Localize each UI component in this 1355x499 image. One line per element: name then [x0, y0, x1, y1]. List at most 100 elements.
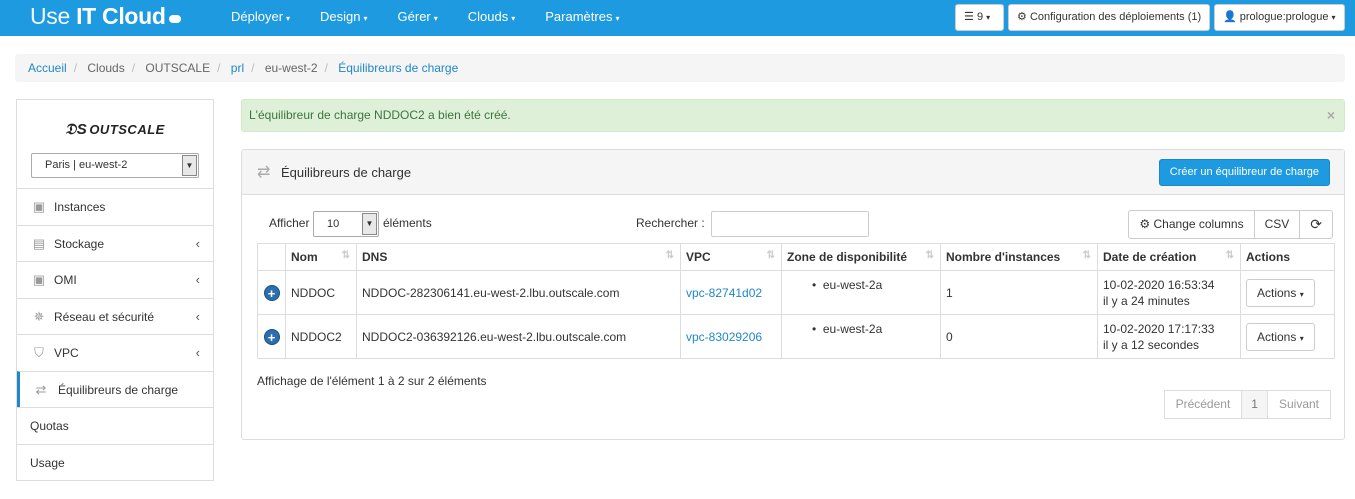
- sidebar-item-reseau[interactable]: ✵ Réseau et sécurité ‹: [17, 297, 213, 335]
- breadcrumb-accueil[interactable]: Accueil: [28, 61, 67, 75]
- column-header-vpc[interactable]: VPC ⇅: [680, 243, 782, 271]
- close-icon[interactable]: ×: [1327, 100, 1335, 131]
- sidebar-item-load-balancers[interactable]: ⇄ Équilibreurs de charge: [17, 370, 213, 407]
- csv-button[interactable]: CSV: [1253, 210, 1301, 239]
- expand-icon[interactable]: +: [263, 328, 280, 345]
- chevron-left-icon: ‹: [195, 308, 200, 324]
- sort-icon: ⇅: [341, 250, 350, 261]
- tasks-button[interactable]: ☰ 9 ▾: [955, 4, 1004, 31]
- region-select[interactable]: Paris | eu-west-2 ▼: [31, 153, 199, 178]
- sort-icon: ⇅: [925, 250, 934, 261]
- cell-zone: • eu-west-2a: [812, 277, 883, 292]
- main-menu: Déployer ▾ Design ▾ Gérer ▾ Clouds ▾ Paramèt…: [216, 0, 634, 36]
- sidebar-item-omi[interactable]: ▣ OMI ‹: [17, 261, 213, 298]
- cell-name: NDDOC2: [285, 314, 357, 359]
- chevron-down-icon: ▼: [362, 213, 377, 235]
- breadcrumb-region: eu-west-2: [264, 61, 318, 75]
- sort-icon: ⇅: [1225, 250, 1234, 261]
- sort-icon: ⇅: [766, 250, 775, 261]
- vpc-link[interactable]: vpc-83029206: [686, 330, 762, 344]
- cell-instances: 0: [940, 314, 1098, 359]
- column-header-actions: Actions: [1240, 243, 1335, 271]
- panel-title: Équilibreurs de charge: [281, 165, 412, 180]
- load-balancers-table: Nom ⇅ DNS ⇅ VPC ⇅ Zone de disponibilité ⇅ No…: [257, 243, 1335, 359]
- outscale-logo: 𝔇S OUTSCALE: [65, 121, 165, 138]
- chip-icon: ▣: [32, 199, 46, 214]
- expand-icon[interactable]: +: [263, 284, 280, 301]
- shield-icon: ⛉: [34, 345, 44, 360]
- success-alert: L'équilibreur de charge NDDOC2 a bien ét…: [241, 99, 1345, 132]
- create-load-balancer-button[interactable]: Créer un équilibreur de charge: [1158, 159, 1330, 186]
- load-balancers-panel: ⇄ Équilibreurs de charge Créer un équili…: [241, 149, 1345, 440]
- column-header-dns[interactable]: DNS ⇅: [356, 243, 681, 271]
- user-menu-button[interactable]: 👤 prologue:prologue ▾: [1214, 4, 1345, 31]
- sort-icon: ⇅: [665, 250, 674, 261]
- cell-dns: NDDOC2-036392126.eu-west-2.lbu.outscale.…: [356, 314, 681, 359]
- cloud-icon: [168, 15, 181, 23]
- column-header-name[interactable]: Nom ⇅: [285, 243, 357, 271]
- vpc-link[interactable]: vpc-82741d02: [686, 286, 762, 300]
- gear-icon: ⚙: [1017, 11, 1027, 23]
- cell-zone: • eu-west-2a: [812, 321, 883, 336]
- breadcrumb-clouds: Clouds: [87, 61, 125, 75]
- next-page-button[interactable]: Suivant: [1266, 390, 1331, 419]
- breadcrumb-current[interactable]: Équilibreurs de charge: [338, 61, 458, 75]
- sidebar-item-vpc[interactable]: ⛉ VPC ‹: [17, 334, 213, 371]
- search-input[interactable]: [711, 211, 869, 237]
- column-header-date[interactable]: Date de création ⇅: [1097, 243, 1241, 271]
- top-navbar: Use IT Cloud Déployer ▾ Design ▾ Gérer ▾ Cl…: [0, 0, 1355, 36]
- chevron-down-icon: ▼: [182, 155, 197, 176]
- config-deployments-button[interactable]: ⚙ Configuration des déploiements (1): [1008, 4, 1211, 31]
- exchange-icon: ⇄: [35, 381, 47, 397]
- cell-dns: NDDOC-282306141.eu-west-2.lbu.outscale.c…: [356, 270, 681, 315]
- sort-icon: ⇅: [1082, 250, 1091, 261]
- network-icon: ✵: [33, 308, 45, 324]
- search-label: Rechercher :: [636, 216, 705, 230]
- storage-icon: ▤: [32, 235, 46, 251]
- chevron-left-icon: ‹: [195, 345, 200, 360]
- menu-deployer[interactable]: Déployer ▾: [216, 0, 305, 36]
- cell-name: NDDOC: [285, 270, 357, 315]
- user-icon: 👤: [1223, 11, 1237, 23]
- show-label: Afficher: [269, 216, 310, 230]
- table-row: + NDDOC2 NDDOC2-036392126.eu-west-2.lbu.…: [257, 314, 1335, 359]
- table-row: + NDDOC NDDOC-282306141.eu-west-2.lbu.ou…: [257, 270, 1335, 315]
- menu-design[interactable]: Design ▾: [305, 0, 382, 36]
- sidebar-item-quotas[interactable]: Quotas: [17, 407, 213, 444]
- sidebar-item-instances[interactable]: ▣ Instances: [17, 188, 213, 225]
- sidebar-item-usage[interactable]: Usage: [17, 443, 213, 481]
- page-length-select[interactable]: 10 ▼: [313, 211, 379, 237]
- elements-label: éléments: [383, 216, 432, 230]
- change-columns-button[interactable]: ⚙ Change columns: [1128, 210, 1255, 239]
- panel-header: ⇄ Équilibreurs de charge Créer un équili…: [242, 150, 1344, 195]
- chip-icon: ▣: [32, 272, 46, 287]
- sidebar: 𝔇S OUTSCALE Paris | eu-west-2 ▼ ▣ Instances…: [16, 99, 214, 481]
- actions-button[interactable]: Actions ▾: [1246, 322, 1315, 351]
- chevron-left-icon: ‹: [195, 272, 200, 287]
- breadcrumb-outscale: OUTSCALE: [145, 61, 211, 75]
- actions-button[interactable]: Actions ▾: [1246, 278, 1315, 307]
- cell-date: 10-02-2020 17:17:33 il y a 12 secondes: [1097, 314, 1241, 359]
- refresh-icon[interactable]: ⟳: [1299, 210, 1333, 239]
- column-header-instances[interactable]: Nombre d'instances ⇅: [940, 243, 1098, 271]
- tasks-icon: ☰: [964, 11, 974, 23]
- menu-gerer[interactable]: Gérer ▾: [383, 0, 453, 36]
- breadcrumb-prl[interactable]: prl: [231, 61, 244, 75]
- cell-date: 10-02-2020 16:53:34 il y a 24 minutes: [1097, 270, 1241, 315]
- table-info: Affichage de l'élément 1 à 2 sur 2 éléme…: [257, 374, 487, 388]
- column-header-zone[interactable]: Zone de disponibilité ⇅: [781, 243, 941, 271]
- expand-header: [257, 243, 286, 271]
- sidebar-item-stockage[interactable]: ▤ Stockage ‹: [17, 224, 213, 262]
- gear-icon: ⚙: [1139, 217, 1151, 231]
- page-1-button[interactable]: 1: [1241, 390, 1268, 419]
- brand-logo[interactable]: Use IT Cloud: [30, 3, 181, 30]
- menu-parametres[interactable]: Paramètres ▾: [530, 0, 634, 36]
- table-tools: ⚙ Change columns CSV ⟳: [1128, 210, 1333, 239]
- exchange-icon: ⇄: [257, 164, 271, 181]
- prev-page-button[interactable]: Précédent: [1163, 390, 1243, 419]
- breadcrumb: Accueil / Clouds / OUTSCALE / prl / eu-west-…: [15, 54, 1345, 82]
- pagination: Précédent 1 Suivant: [1163, 390, 1331, 419]
- chevron-left-icon: ‹: [195, 235, 200, 251]
- cell-instances: 1: [940, 270, 1098, 315]
- menu-clouds[interactable]: Clouds ▾: [453, 0, 530, 36]
